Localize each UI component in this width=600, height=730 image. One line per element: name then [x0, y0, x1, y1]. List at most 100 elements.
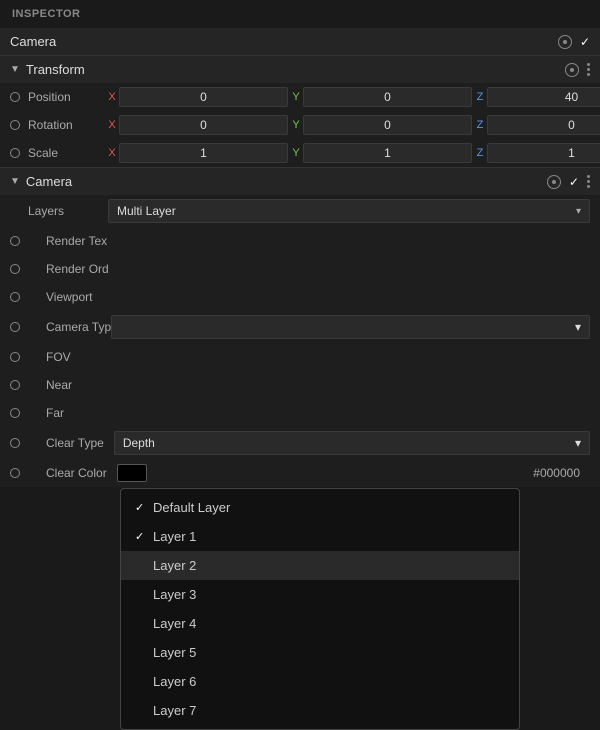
near-dot[interactable]	[10, 380, 20, 390]
camera-section-more-icon[interactable]	[587, 175, 590, 188]
dropdown-item-2[interactable]: Layer 2	[121, 551, 519, 580]
camera-type-chevron: ▾	[575, 320, 581, 334]
clear-color-dot[interactable]	[10, 468, 20, 478]
layers-dropdown[interactable]: Multi Layer ▾	[108, 199, 590, 223]
camera-collapse-icon: ▼	[10, 176, 20, 187]
scale-x-group: X	[108, 143, 288, 163]
rotation-x-group: X	[108, 115, 288, 135]
scale-fields: X Y Z	[108, 143, 600, 163]
fov-dot[interactable]	[10, 352, 20, 362]
position-label: Position	[28, 90, 108, 104]
scale-z-input[interactable]	[487, 143, 600, 163]
dropdown-item-1[interactable]: ✓Layer 1	[121, 522, 519, 551]
layers-label: Layers	[28, 204, 108, 218]
clear-type-select[interactable]: Depth ▾	[114, 431, 590, 455]
camera-type-select[interactable]: ▾	[111, 315, 590, 339]
dropdown-item-6[interactable]: Layer 6	[121, 667, 519, 696]
position-x-input[interactable]	[119, 87, 288, 107]
camera-type-row: Camera Typ ▾	[0, 311, 600, 343]
clear-color-label: Clear Color	[46, 466, 107, 480]
camera-section-header[interactable]: ▼ Camera ✓	[0, 168, 600, 195]
position-row: Position X Y Z	[0, 83, 600, 111]
scale-row: Scale X Y Z	[0, 139, 600, 167]
viewport-row: Viewport	[0, 283, 600, 311]
rotation-row: Rotation X Y Z	[0, 111, 600, 139]
dropdown-item-label-5: Layer 5	[153, 645, 196, 660]
camera-type-label: Camera Typ	[46, 320, 111, 334]
clear-type-chevron: ▾	[575, 436, 581, 450]
scale-y-input[interactable]	[303, 143, 472, 163]
position-y-input[interactable]	[303, 87, 472, 107]
render-texture-row: Render Tex	[0, 227, 600, 255]
rotation-z-input[interactable]	[487, 115, 600, 135]
camera-bar: Camera ✓	[0, 28, 600, 56]
scale-z-group: Z	[476, 143, 600, 163]
position-x-label: X	[108, 91, 116, 103]
dropdown-item-4[interactable]: Layer 4	[121, 609, 519, 638]
position-z-group: Z	[476, 87, 600, 107]
fov-row: FOV	[0, 343, 600, 371]
fov-label: FOV	[46, 350, 71, 364]
render-order-dot[interactable]	[10, 264, 20, 274]
clear-type-dot[interactable]	[10, 438, 20, 448]
camera-check-icon[interactable]: ✓	[580, 35, 590, 49]
clear-color-swatch[interactable]	[117, 464, 147, 482]
camera-active-icon[interactable]	[558, 35, 572, 49]
dropdown-item-label-1: Layer 1	[153, 529, 196, 544]
dropdown-item-3[interactable]: Layer 3	[121, 580, 519, 609]
position-z-label: Z	[476, 91, 484, 103]
far-label: Far	[46, 406, 64, 420]
camera-section-active-icon[interactable]	[547, 175, 561, 189]
dropdown-item-5[interactable]: Layer 5	[121, 638, 519, 667]
rotation-dot[interactable]	[10, 120, 20, 130]
transform-section-title: Transform	[26, 62, 565, 77]
camera-type-right: ▾	[111, 315, 590, 339]
camera-section-check-icon[interactable]: ✓	[569, 175, 579, 189]
far-row: Far	[0, 399, 600, 427]
render-order-label: Render Ord	[46, 262, 109, 276]
transform-collapse-icon: ▼	[10, 64, 20, 75]
clear-type-value: Depth	[123, 436, 155, 450]
layers-row: Layers Multi Layer ▾	[0, 195, 600, 227]
dropdown-item-label-0: Default Layer	[153, 500, 230, 515]
position-x-group: X	[108, 87, 288, 107]
far-dot[interactable]	[10, 408, 20, 418]
layers-dropdown-menu: ✓Default Layer✓Layer 1Layer 2Layer 3Laye…	[120, 488, 520, 730]
transform-section-icons	[565, 63, 590, 77]
clear-color-hex: #000000	[533, 466, 590, 480]
transform-active-icon[interactable]	[565, 63, 579, 77]
rotation-y-input[interactable]	[303, 115, 472, 135]
scale-z-label: Z	[476, 147, 484, 159]
dropdown-item-check-1: ✓	[135, 530, 151, 543]
transform-more-icon[interactable]	[587, 63, 590, 76]
clear-type-row: Clear Type Depth ▾	[0, 427, 600, 459]
scale-y-label: Y	[292, 147, 300, 159]
camera-section-title: Camera	[26, 174, 547, 189]
scale-y-group: Y	[292, 143, 472, 163]
dropdown-item-0[interactable]: ✓Default Layer	[121, 493, 519, 522]
transform-section-header[interactable]: ▼ Transform	[0, 56, 600, 83]
position-z-input[interactable]	[487, 87, 600, 107]
position-fields: X Y Z	[108, 87, 600, 107]
scale-x-input[interactable]	[119, 143, 288, 163]
rotation-y-label: Y	[292, 119, 300, 131]
rotation-z-label: Z	[476, 119, 484, 131]
rotation-x-label: X	[108, 119, 116, 131]
layers-value-text: Multi Layer	[117, 204, 176, 218]
rotation-z-group: Z	[476, 115, 600, 135]
render-texture-dot[interactable]	[10, 236, 20, 246]
position-dot[interactable]	[10, 92, 20, 102]
rotation-x-input[interactable]	[119, 115, 288, 135]
camera-section: ▼ Camera ✓ Layers Multi Layer ▾ Render T…	[0, 168, 600, 487]
dropdown-item-label-2: Layer 2	[153, 558, 196, 573]
dropdown-item-check-0: ✓	[135, 501, 151, 514]
camera-section-icons: ✓	[547, 175, 590, 189]
near-row: Near	[0, 371, 600, 399]
dropdown-item-label-3: Layer 3	[153, 587, 196, 602]
near-label: Near	[46, 378, 72, 392]
scale-label: Scale	[28, 146, 108, 160]
camera-type-dot[interactable]	[10, 322, 20, 332]
scale-dot[interactable]	[10, 148, 20, 158]
viewport-dot[interactable]	[10, 292, 20, 302]
dropdown-item-7[interactable]: Layer 7	[121, 696, 519, 725]
